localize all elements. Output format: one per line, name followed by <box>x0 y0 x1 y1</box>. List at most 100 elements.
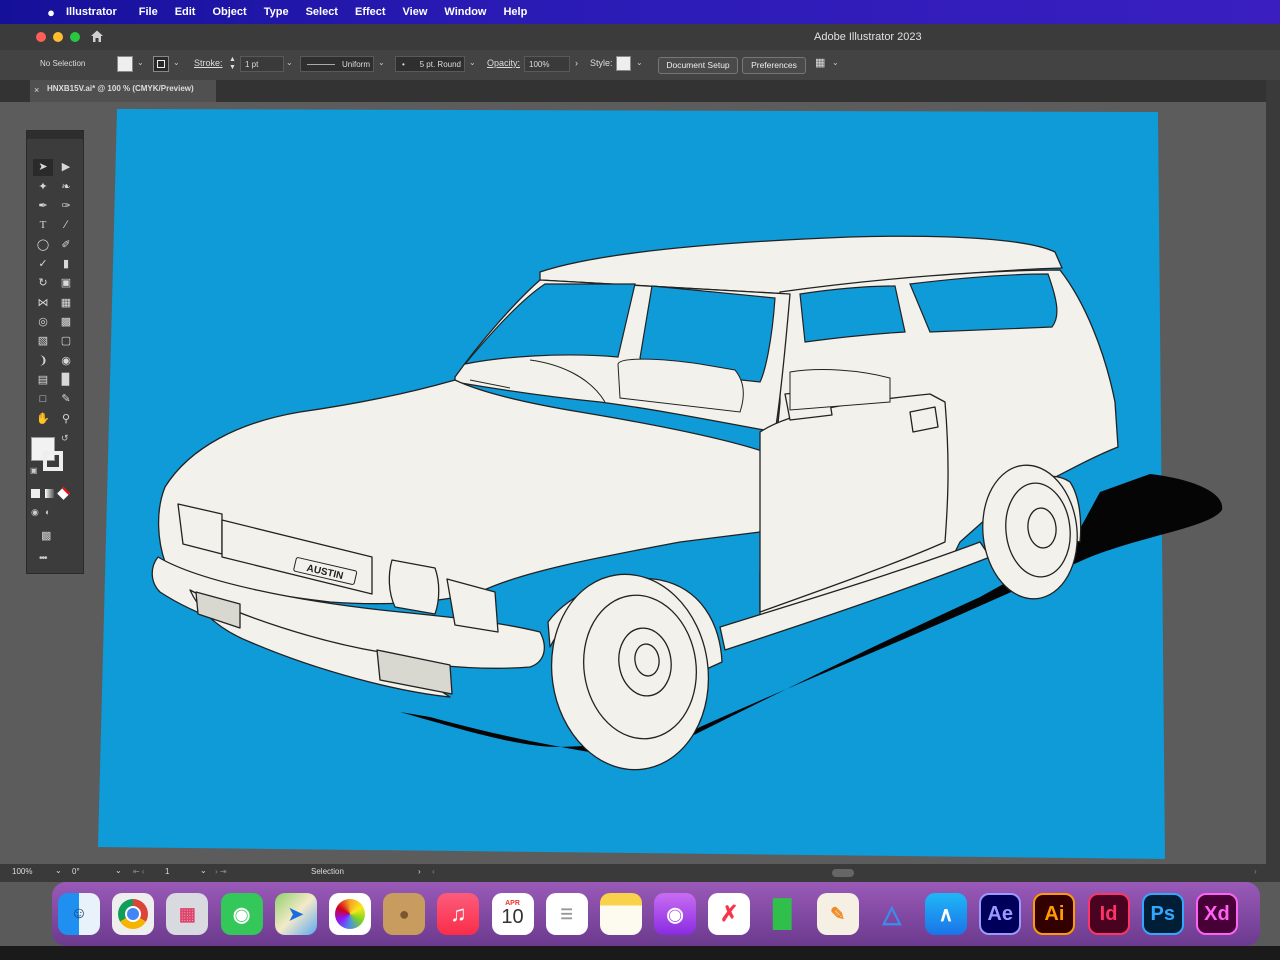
eyedropper-tool-icon[interactable]: ❩ <box>33 353 53 370</box>
document-setup-button[interactable]: Document Setup <box>658 57 738 74</box>
selection-tool-icon[interactable]: ➤ <box>33 159 53 176</box>
close-window-button[interactable] <box>36 32 46 42</box>
artboard-dropdown-icon[interactable]: ⌄ <box>200 866 207 875</box>
style-dropdown-icon[interactable]: ⌄ <box>636 58 643 67</box>
apple-menu-icon[interactable]: ● <box>36 5 66 20</box>
pen-tool-icon[interactable]: ✒ <box>33 198 53 215</box>
notes-icon[interactable] <box>599 893 642 935</box>
fill-swatch[interactable] <box>117 56 133 72</box>
minimize-window-button[interactable] <box>53 32 63 42</box>
type-tool-icon[interactable]: T <box>33 217 53 234</box>
app-menu[interactable]: Illustrator <box>66 6 117 18</box>
stroke-color-dropdown-icon[interactable]: ⌄ <box>173 58 180 67</box>
line-tool-icon[interactable]: ∕ <box>56 217 76 234</box>
xd-icon[interactable]: Xd <box>1195 893 1238 935</box>
zoom-window-button[interactable] <box>70 32 80 42</box>
scale-tool-icon[interactable]: ▣ <box>56 275 76 292</box>
curvature-tool-icon[interactable]: ✑ <box>56 198 76 215</box>
slice-tool-icon[interactable]: ✎ <box>56 391 76 408</box>
chrome-icon[interactable] <box>112 893 155 935</box>
fill-dropdown-icon[interactable]: ⌄ <box>137 58 144 67</box>
variable-width-profile[interactable]: Uniform <box>300 56 374 72</box>
preferences-button[interactable]: Preferences <box>742 57 806 74</box>
graphic-style-swatch[interactable] <box>616 56 631 71</box>
maps-icon[interactable]: ➤ <box>274 893 317 935</box>
status-menu-icon[interactable]: › <box>418 867 421 876</box>
tools-panel-header[interactable] <box>27 131 83 139</box>
horizontal-scrollbar-thumb[interactable] <box>832 869 854 877</box>
swap-colors-icon[interactable]: ↺ <box>61 433 69 444</box>
default-colors-icon[interactable]: ▣ <box>30 466 38 475</box>
menu-object[interactable]: Object <box>212 6 246 18</box>
menu-window[interactable]: Window <box>444 6 486 18</box>
shape-builder-tool-icon[interactable]: ◎ <box>33 314 53 331</box>
arrange-dropdown-icon[interactable]: ⌄ <box>832 58 839 67</box>
screen-mode-icon[interactable]: ▩ <box>41 529 51 542</box>
stroke-weight-dropdown-icon[interactable]: ⌄ <box>286 58 293 67</box>
stroke-color-box[interactable] <box>43 451 63 471</box>
illustrator-icon[interactable]: Ai <box>1033 893 1076 935</box>
draw-behind-icon[interactable]: ◐ <box>45 507 50 517</box>
rotation-dropdown-icon[interactable]: ⌄ <box>115 866 122 875</box>
hand-tool-icon[interactable]: ✋ <box>33 411 53 428</box>
artboard-number[interactable]: 1 <box>165 867 169 876</box>
rotation-level[interactable]: 0° <box>72 867 80 876</box>
finder-icon[interactable]: ☺ <box>58 893 100 935</box>
mesh-tool-icon[interactable]: ▧ <box>33 333 53 350</box>
brush-definition[interactable]: • 5 pt. Round <box>395 56 465 72</box>
live-paint-tool-icon[interactable]: ▩ <box>56 314 76 331</box>
canvas-area[interactable]: AUSTIN <box>0 102 1268 864</box>
close-tab-icon[interactable]: × <box>34 81 39 99</box>
menu-edit[interactable]: Edit <box>175 6 196 18</box>
messages-icon[interactable]: ◉ <box>220 893 263 935</box>
color-mode-icon[interactable] <box>31 489 40 498</box>
news-icon[interactable]: ✗ <box>708 893 751 935</box>
launchpad-icon[interactable]: ▦ <box>166 893 209 935</box>
gradient-tool-icon[interactable]: ▢ <box>56 333 76 350</box>
first-artboard-icon[interactable]: ⇤ ‹ <box>133 867 145 876</box>
menu-view[interactable]: View <box>403 6 428 18</box>
opacity-field[interactable]: 100% <box>524 56 570 72</box>
reminders-icon[interactable]: ☰ <box>545 893 588 935</box>
menu-select[interactable]: Select <box>306 6 338 18</box>
home-icon[interactable] <box>90 29 104 43</box>
scroll-right-icon[interactable]: › <box>1254 867 1257 876</box>
zoom-level[interactable]: 100% <box>12 867 32 876</box>
photoshop-icon[interactable]: Ps <box>1141 893 1184 935</box>
calendar-icon[interactable]: APR 10 <box>491 893 534 935</box>
keynote-icon[interactable]: △ <box>871 893 913 935</box>
menu-help[interactable]: Help <box>503 6 527 18</box>
zoom-dropdown-icon[interactable]: ⌄ <box>55 866 62 875</box>
podcasts-icon[interactable]: ◉ <box>654 893 697 935</box>
contacts-icon[interactable]: ● <box>383 893 426 935</box>
artboard-tool-icon[interactable]: □ <box>33 391 53 408</box>
indesign-icon[interactable]: Id <box>1087 893 1130 935</box>
draw-normal-icon[interactable]: ◉ <box>31 507 39 518</box>
direct-selection-tool-icon[interactable]: ▶ <box>56 159 76 176</box>
photos-icon[interactable] <box>328 893 371 935</box>
lasso-tool-icon[interactable]: ❧ <box>56 179 76 196</box>
after-effects-icon[interactable]: Ae <box>979 893 1022 935</box>
app-store-icon[interactable]: ∧ <box>925 893 967 935</box>
paintbrush-tool-icon[interactable]: ✐ <box>56 237 76 254</box>
opacity-arrow-icon[interactable]: › <box>575 58 578 68</box>
menu-effect[interactable]: Effect <box>355 6 386 18</box>
ellipse-tool-icon[interactable]: ◯ <box>33 237 53 254</box>
magic-wand-tool-icon[interactable]: ✦ <box>33 179 53 196</box>
none-mode-icon[interactable] <box>57 487 70 500</box>
width-tool-icon[interactable]: ⋈ <box>33 295 53 312</box>
stroke-stepper-icon[interactable]: ▲ ▼ <box>229 56 236 72</box>
stroke-swatch[interactable] <box>153 56 169 72</box>
scroll-left-icon[interactable]: ‹ <box>432 867 435 876</box>
symbol-sprayer-tool-icon[interactable]: ▤ <box>33 372 53 389</box>
stroke-weight-field[interactable]: 1 pt <box>240 56 284 72</box>
pages-icon[interactable]: ✎ <box>816 893 859 935</box>
edit-toolbar-icon[interactable]: ••• <box>39 553 47 564</box>
menu-type[interactable]: Type <box>264 6 289 18</box>
eraser-tool-icon[interactable]: ▮ <box>56 256 76 273</box>
zoom-tool-icon[interactable]: ⚲ <box>56 411 76 428</box>
artboard[interactable]: AUSTIN <box>0 102 1268 864</box>
document-tab[interactable]: × HNXB15V.ai* @ 100 % (CMYK/Preview) <box>30 80 216 102</box>
profile-dropdown-icon[interactable]: ⌄ <box>378 58 385 67</box>
rotate-tool-icon[interactable]: ↻ <box>33 275 53 292</box>
